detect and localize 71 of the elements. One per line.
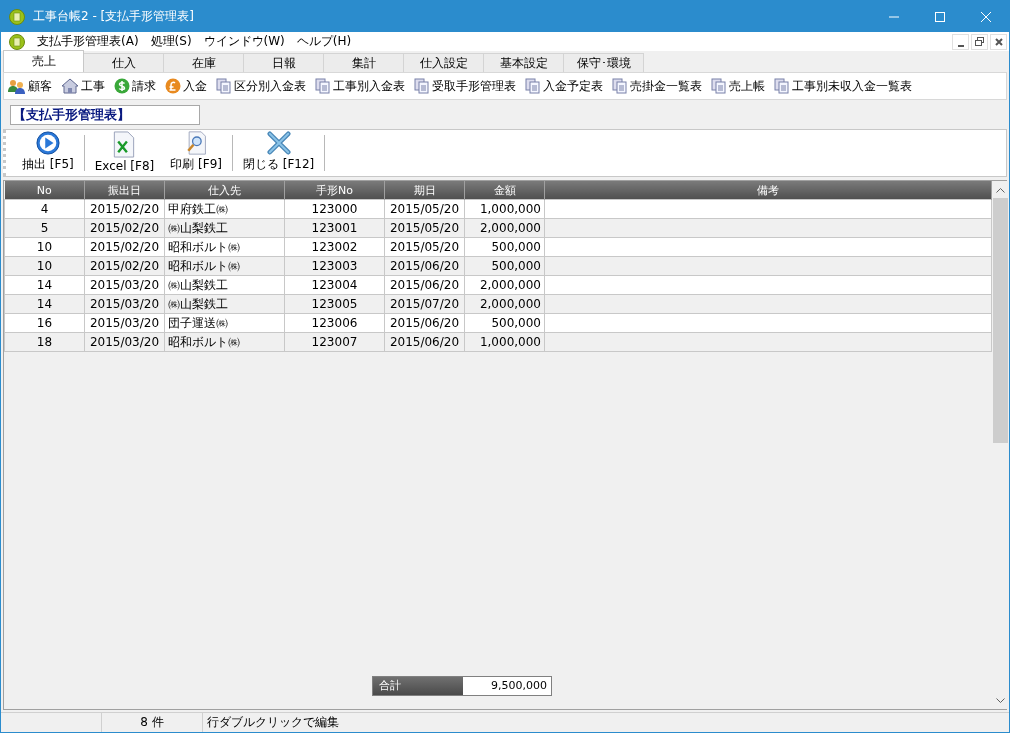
nav-button[interactable]: 入金 [165, 77, 207, 95]
report-button[interactable]: 工事別未収入金一覧表 [774, 77, 912, 95]
menu-item[interactable]: 支払手形管理表(A) [31, 33, 145, 50]
report-button[interactable]: 売上帳 [711, 77, 765, 95]
scroll-up-icon[interactable] [996, 186, 1005, 193]
people-icon [8, 78, 26, 94]
status-text: 行ダブルクリックで編集 [206, 714, 339, 731]
restore-icon [975, 37, 984, 46]
excel-button[interactable]: Excel [F8] [86, 131, 163, 175]
nav-button[interactable]: 工事 [61, 77, 105, 95]
app-icon [9, 8, 25, 25]
app-icon [9, 33, 25, 50]
print-button[interactable]: 印刷 [F9] [162, 131, 230, 175]
tab[interactable]: 基本設定 [483, 53, 564, 72]
table-cell: 2015/05/20 [384, 199, 465, 219]
close-icon [981, 11, 991, 22]
document-icon [612, 78, 628, 94]
child-minimize-button[interactable] [952, 33, 969, 50]
column-header: 仕入先 [164, 181, 285, 200]
report-button[interactable]: 工事別入金表 [315, 77, 405, 95]
dollar-coin-icon [114, 78, 130, 94]
column-header: No [4, 181, 85, 200]
tab[interactable]: 日報 [243, 53, 324, 72]
document-icon [414, 78, 430, 94]
nav-button[interactable]: 請求 [114, 77, 156, 95]
document-icon [711, 78, 727, 94]
scrollbar[interactable] [992, 181, 1009, 709]
table-cell: 2015/02/20 [84, 199, 165, 219]
column-header: 備考 [544, 181, 992, 200]
tab[interactable]: 集計 [323, 53, 404, 72]
tab[interactable]: 仕入 [83, 53, 164, 72]
close-button[interactable]: 閉じる [F12] [234, 131, 323, 175]
record-count: 8 件 [102, 713, 203, 732]
column-header: 金額 [464, 181, 545, 200]
table-cell: 甲府鉄工㈱ [164, 199, 285, 219]
column-header: 手形No [284, 181, 385, 200]
child-restore-button[interactable] [971, 33, 988, 50]
report-button[interactable]: 入金予定表 [525, 77, 603, 95]
maximize-icon [935, 11, 945, 22]
total-value: 9,500,000 [463, 677, 551, 695]
close-icon [265, 131, 292, 155]
document-icon [774, 78, 790, 94]
minimize-icon [957, 44, 964, 47]
house-icon [61, 78, 79, 94]
page-title: 【支払手形管理表】 [10, 105, 200, 125]
document-icon [315, 78, 331, 94]
tab[interactable]: 売上 [3, 50, 84, 72]
menu-item[interactable]: ウインドウ(W) [197, 33, 291, 50]
menu-item[interactable]: ヘルプ(H) [290, 33, 358, 50]
report-button[interactable]: 区分別入金表 [216, 77, 306, 95]
total-label: 合計 [373, 677, 463, 695]
menu-item[interactable]: 処理(S) [144, 33, 198, 50]
extract-button[interactable]: 抽出 [F5] [14, 131, 82, 175]
tab[interactable]: 仕入設定 [403, 53, 484, 72]
pound-coin-icon [165, 78, 181, 94]
column-header: 振出日 [84, 181, 165, 200]
column-header: 期日 [384, 181, 465, 200]
report-button[interactable]: 受取手形管理表 [414, 77, 516, 95]
document-icon [216, 78, 232, 94]
tab[interactable]: 保守･環境 [563, 53, 644, 72]
window-title: 工事台帳2 - [支払手形管理表] [33, 8, 194, 25]
document-icon [525, 78, 541, 94]
nav-button[interactable]: 顧客 [8, 77, 52, 95]
report-button[interactable]: 売掛金一覧表 [612, 77, 702, 95]
table-cell: 123000 [284, 199, 385, 219]
table-cell: 1,000,000 [464, 199, 545, 219]
scroll-down-icon[interactable] [996, 697, 1005, 704]
table-cell: 4 [4, 199, 85, 219]
close-icon [994, 37, 1003, 46]
child-close-button[interactable] [990, 33, 1007, 50]
tab[interactable]: 在庫 [163, 53, 244, 72]
